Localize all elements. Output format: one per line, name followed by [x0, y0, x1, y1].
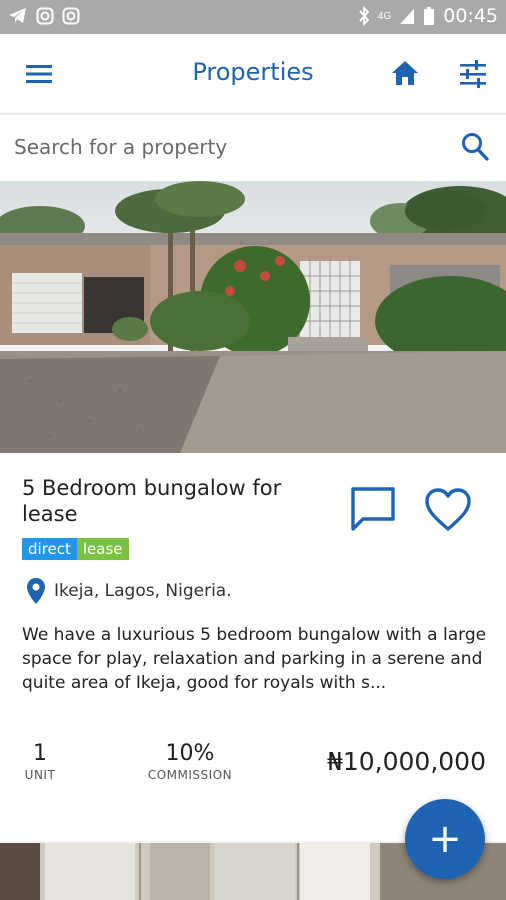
property-title[interactable]: 5 Bedroom bungalow for lease [22, 475, 332, 527]
page-title: Properties [192, 58, 314, 86]
property-photo-image [0, 181, 506, 453]
tag-lease: lease [76, 538, 129, 560]
home-icon[interactable] [390, 58, 420, 88]
status-right-icons: 4G 00:45 [358, 5, 498, 27]
plus-icon: + [428, 816, 462, 862]
location-pin-icon [27, 578, 45, 604]
instagram-icon [36, 7, 54, 25]
chat-icon[interactable] [349, 485, 397, 533]
search-icon[interactable] [461, 132, 489, 162]
signal-icon [400, 9, 415, 24]
unit-label: UNIT [24, 768, 56, 782]
property-photo[interactable] [0, 181, 506, 453]
property-price: ₦10,000,000 [326, 747, 486, 776]
status-bar: 4G 00:45 [0, 0, 506, 34]
network-label: 4G [377, 10, 392, 22]
property-card[interactable]: 5 Bedroom bungalow for lease direct leas… [0, 453, 506, 841]
unit-stat: 1 UNIT [22, 741, 58, 782]
property-tags: direct lease [22, 538, 129, 560]
telegram-icon [9, 8, 26, 23]
filter-icon[interactable] [457, 58, 489, 90]
property-description: We have a luxurious 5 bedroom bungalow w… [22, 625, 487, 693]
instagram-icon [62, 7, 80, 25]
location-text: Ikeja, Lagos, Nigeria. [54, 581, 232, 601]
bluetooth-icon [359, 6, 370, 26]
commission-label: COMMISSION [147, 768, 233, 782]
search-input[interactable] [14, 129, 434, 165]
status-left-icons [8, 7, 80, 25]
app-bar: Properties [0, 34, 506, 114]
tag-direct: direct [22, 538, 77, 560]
property-location: Ikeja, Lagos, Nigeria. [26, 577, 232, 605]
commission-stat: 10% COMMISSION [140, 741, 240, 782]
search-bar [0, 115, 506, 181]
battery-icon [424, 7, 435, 25]
add-property-button[interactable]: + [405, 799, 485, 879]
commission-value: 10% [165, 741, 215, 766]
unit-value: 1 [33, 741, 47, 766]
status-time: 00:45 [443, 5, 498, 27]
heart-icon[interactable] [424, 487, 472, 533]
